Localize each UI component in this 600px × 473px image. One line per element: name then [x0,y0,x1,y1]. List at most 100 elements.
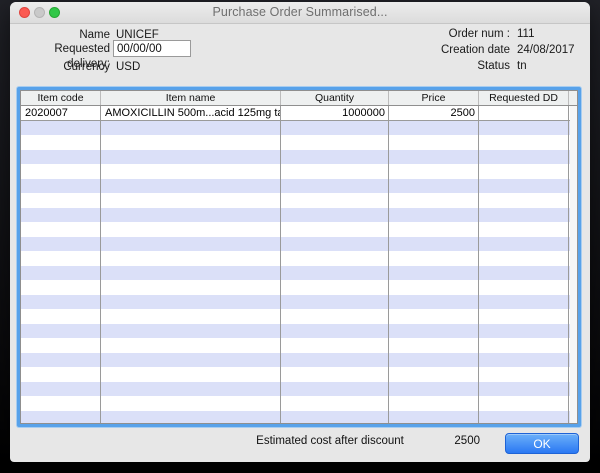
table-cell[interactable] [389,338,479,353]
table-row[interactable] [21,295,577,310]
table-cell[interactable] [479,150,569,165]
table-row[interactable] [21,135,577,150]
table-cell[interactable] [101,251,281,266]
table-cell[interactable] [389,396,479,411]
table-cell[interactable] [479,193,569,208]
table-row[interactable] [21,338,577,353]
table-row[interactable] [21,150,577,165]
table-cell[interactable] [101,396,281,411]
table-cell[interactable] [389,411,479,425]
table-row[interactable] [21,222,577,237]
table-cell[interactable] [101,309,281,324]
table-cell[interactable] [389,237,479,252]
table-cell[interactable] [281,295,389,310]
table-cell[interactable] [479,237,569,252]
table-cell[interactable] [281,237,389,252]
table-cell[interactable] [101,266,281,281]
table-cell[interactable] [389,135,479,150]
table-cell[interactable] [101,411,281,425]
table-row[interactable] [21,251,577,266]
table-row[interactable] [21,353,577,368]
table-cell[interactable] [101,353,281,368]
table-cell[interactable] [21,164,101,179]
table-cell[interactable] [101,222,281,237]
table-cell[interactable] [281,367,389,382]
table-cell[interactable] [21,222,101,237]
table-cell[interactable] [21,280,101,295]
table-row[interactable] [21,121,577,136]
table-cell[interactable] [479,121,569,136]
table-cell[interactable] [21,295,101,310]
table-cell[interactable] [479,135,569,150]
table-cell[interactable] [479,411,569,425]
column-header-item-code[interactable]: Item code [21,91,101,105]
table-cell[interactable]: 2020007 [21,106,101,120]
table-cell[interactable] [389,324,479,339]
table-cell[interactable] [479,251,569,266]
table-cell[interactable]: 2500 [389,106,479,120]
table-cell[interactable] [389,280,479,295]
title-bar[interactable]: Purchase Order Summarised... [10,2,590,24]
table-row[interactable] [21,193,577,208]
table-cell[interactable]: 1000000 [281,106,389,120]
table-cell[interactable] [281,208,389,223]
table-row[interactable] [21,208,577,223]
table-cell[interactable] [281,150,389,165]
table-row[interactable] [21,280,577,295]
table-cell[interactable] [479,382,569,397]
table-cell[interactable] [479,179,569,194]
table-cell[interactable] [281,353,389,368]
table-cell[interactable] [479,367,569,382]
table-cell[interactable] [101,208,281,223]
table-row[interactable] [21,324,577,339]
table-cell[interactable] [21,309,101,324]
column-header-requested-dd[interactable]: Requested DD [479,91,569,105]
table-cell[interactable] [101,164,281,179]
table-cell[interactable] [389,367,479,382]
table-cell[interactable] [281,309,389,324]
table-cell[interactable] [389,295,479,310]
column-header-quantity[interactable]: Quantity [281,91,389,105]
table-cell[interactable] [479,353,569,368]
table-cell[interactable] [479,222,569,237]
table-cell[interactable] [21,396,101,411]
table-cell[interactable] [281,121,389,136]
table-cell[interactable] [479,295,569,310]
table-cell[interactable] [281,164,389,179]
table-cell[interactable] [281,266,389,281]
table-row[interactable] [21,237,577,252]
table-cell[interactable] [101,150,281,165]
table-cell[interactable] [281,135,389,150]
table-cell[interactable] [21,338,101,353]
table-cell[interactable] [389,251,479,266]
table-cell[interactable] [101,367,281,382]
table-cell[interactable] [21,237,101,252]
table-cell[interactable] [389,193,479,208]
table-cell[interactable] [389,266,479,281]
table-cell[interactable] [281,324,389,339]
table-cell[interactable] [389,150,479,165]
table-cell[interactable] [389,382,479,397]
table-cell[interactable] [21,382,101,397]
table-cell[interactable] [479,324,569,339]
table-cell[interactable]: AMOXICILLIN 500m...acid 125mg tablet [101,106,281,120]
table-cell[interactable] [479,266,569,281]
table-cell[interactable] [479,208,569,223]
table-cell[interactable] [281,280,389,295]
table-cell[interactable] [281,396,389,411]
table-cell[interactable] [389,309,479,324]
column-header-item-name[interactable]: Item name [101,91,281,105]
table-cell[interactable] [21,150,101,165]
table-cell[interactable] [21,266,101,281]
table-row[interactable]: 2020007AMOXICILLIN 500m...acid 125mg tab… [21,106,577,121]
table-cell[interactable] [21,193,101,208]
table-cell[interactable] [101,193,281,208]
table-cell[interactable] [479,338,569,353]
table-cell[interactable] [281,251,389,266]
table-cell[interactable] [21,324,101,339]
table-cell[interactable] [21,411,101,425]
table-row[interactable] [21,382,577,397]
table-cell[interactable] [101,135,281,150]
table-cell[interactable] [389,121,479,136]
table-cell[interactable] [21,135,101,150]
